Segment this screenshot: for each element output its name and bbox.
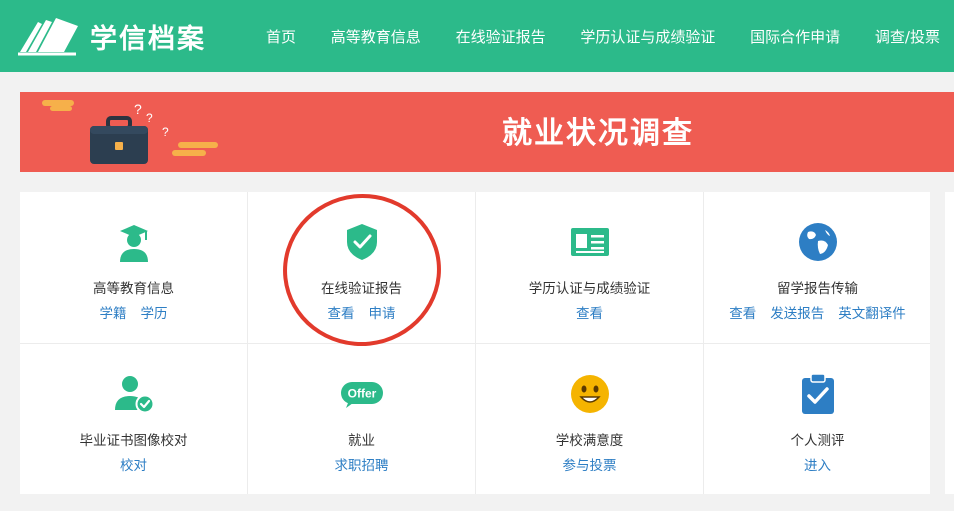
link-job-recruitment[interactable]: 求职招聘 (335, 454, 389, 474)
smiley-icon (570, 375, 609, 413)
cell-title: 高等教育信息 (93, 281, 174, 297)
link-degree[interactable]: 学历 (141, 302, 168, 322)
cell-personal-assessment[interactable]: 个人测评 进入 (704, 344, 931, 495)
cell-school-satisfaction[interactable]: 学校满意度 参与投票 (476, 344, 703, 495)
link-english-translation[interactable]: 英文翻译件 (838, 302, 906, 322)
link-student-status[interactable]: 学籍 (100, 302, 127, 322)
offer-icon-text: Offer (347, 387, 376, 401)
adjacent-panel-edge (945, 192, 954, 494)
nav-international[interactable]: 国际合作申请 (750, 26, 840, 47)
cell-title: 个人测评 (790, 433, 845, 449)
nav-home[interactable]: 首页 (266, 26, 296, 47)
book-logo-icon (18, 18, 78, 56)
cell-title: 毕业证书图像校对 (79, 433, 188, 449)
link-view-certification[interactable]: 查看 (576, 302, 603, 322)
link-view-abroad[interactable]: 查看 (729, 302, 756, 322)
clipboard-check-icon (801, 373, 834, 414)
user-check-icon (114, 376, 154, 414)
top-header: 学信档案 首页 高等教育信息 在线验证报告 学历认证与成绩验证 国际合作申请 调… (0, 0, 954, 72)
cell-diploma-image-check[interactable]: 毕业证书图像校对 校对 (20, 344, 247, 495)
briefcase-icon: ? ? ? (42, 100, 218, 164)
service-grid: 高等教育信息 学籍 学历 在线验证报告 查看 申请 学历认证与成绩验证 查看 留… (20, 192, 930, 494)
nav-higher-education[interactable]: 高等教育信息 (331, 26, 421, 47)
logo-text: 学信档案 (90, 23, 206, 55)
link-enter-assessment[interactable]: 进入 (804, 454, 831, 474)
cell-title: 就业 (348, 433, 375, 449)
site-logo[interactable]: 学信档案 (18, 12, 206, 60)
cell-title: 留学报告传输 (777, 281, 858, 297)
svg-text:?: ? (146, 111, 153, 125)
main-nav: 首页 高等教育信息 在线验证报告 学历认证与成绩验证 国际合作申请 调查/投票 (266, 0, 940, 72)
cell-employment[interactable]: Offer 就业 求职招聘 (248, 344, 475, 495)
survey-banner[interactable]: ? ? ? 就业状况调查 (20, 92, 954, 172)
svg-text:?: ? (134, 101, 142, 117)
graduate-icon (119, 225, 148, 262)
nav-online-verification[interactable]: 在线验证报告 (456, 26, 546, 47)
cell-title: 学校满意度 (555, 433, 624, 449)
id-card-icon (570, 228, 609, 256)
offer-icon: Offer (340, 382, 383, 408)
cell-certification[interactable]: 学历认证与成绩验证 查看 (476, 192, 703, 343)
nav-certification[interactable]: 学历认证与成绩验证 (580, 26, 715, 47)
cell-title: 学历认证与成绩验证 (528, 281, 651, 297)
link-proofread[interactable]: 校对 (120, 454, 147, 474)
globe-icon (798, 223, 837, 261)
link-send-report[interactable]: 发送报告 (770, 302, 824, 322)
svg-text:?: ? (162, 125, 169, 139)
cell-study-abroad-report[interactable]: 留学报告传输 查看 发送报告 英文翻译件 (704, 192, 931, 343)
nav-survey-vote[interactable]: 调查/投票 (875, 26, 940, 47)
link-vote[interactable]: 参与投票 (563, 454, 617, 474)
cell-higher-education[interactable]: 高等教育信息 学籍 学历 (20, 192, 247, 343)
banner-title: 就业状况调查 (502, 116, 694, 151)
